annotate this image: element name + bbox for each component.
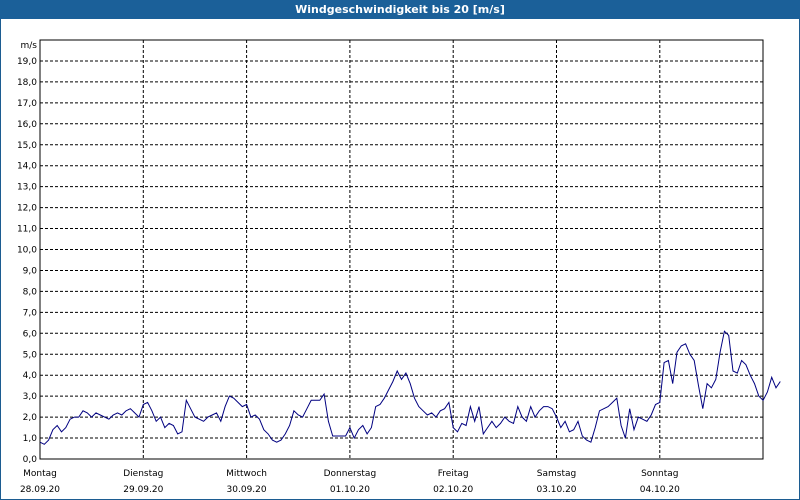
y-tick-label: 12,0 <box>17 204 37 214</box>
y-tick-label: 17,0 <box>17 99 37 109</box>
y-tick-label: 3,0 <box>23 392 38 402</box>
y-tick-labels: 0,0 1,0 2,0 3,0 4,0 5,0 6,0 7,0 8,0 9,0 10,0 11,0 12… <box>17 57 37 465</box>
x-tick-day-label: Samstag <box>537 469 576 479</box>
y-tick-label: 10,0 <box>17 246 37 256</box>
x-tick-labels: Montag 28.09.20 Dienstag 29.09.20 Mittwoch 30… <box>20 469 680 495</box>
x-tick-day-label: Dienstag <box>123 469 163 479</box>
x-tick-date-label: 29.09.20 <box>123 485 163 495</box>
x-tick-day-label: Mittwoch <box>226 469 267 479</box>
y-tick-label: 6,0 <box>23 329 38 339</box>
y-tick-label: 13,0 <box>17 183 37 193</box>
y-tick-label: 15,0 <box>17 141 37 151</box>
x-tick-date-label: 03.10.20 <box>536 485 576 495</box>
x-tick-day-label: Donnerstag <box>324 469 377 479</box>
x-tick-date-label: 01.10.20 <box>330 485 370 495</box>
y-tick-label: 11,0 <box>17 225 37 235</box>
x-tick-day-label: Sonntag <box>641 469 678 479</box>
y-tick-label: 1,0 <box>23 434 38 444</box>
series-line-wind-speed <box>39 330 781 445</box>
y-tick-label: 7,0 <box>23 308 38 318</box>
wind-speed-chart: m/s 0,0 1,0 2,0 3,0 4,0 5,0 6,0 7,0 8,0 9,0 10,0 11… <box>17 39 781 495</box>
x-tick-date-label: 30.09.20 <box>227 485 267 495</box>
y-tick-label: 5,0 <box>23 350 38 360</box>
y-tick-label: 16,0 <box>17 120 37 130</box>
y-tick-label: 0,0 <box>23 455 38 465</box>
chart-grid <box>40 40 763 459</box>
y-tick-label: 14,0 <box>17 162 37 172</box>
y-tick-label: 4,0 <box>23 371 38 381</box>
x-tick-day-label: Montag <box>23 469 57 479</box>
y-tick-label: 8,0 <box>23 287 38 297</box>
y-tick-label: 18,0 <box>17 78 37 88</box>
y-axis-label: m/s <box>21 41 38 51</box>
y-tick-label: 2,0 <box>23 413 38 423</box>
y-tick-label: 9,0 <box>23 266 38 276</box>
x-tick-day-label: Freitag <box>438 469 469 479</box>
y-tick-label: 19,0 <box>17 57 37 67</box>
x-tick-date-label: 02.10.20 <box>433 485 473 495</box>
x-tick-date-label: 28.09.20 <box>20 485 60 495</box>
x-tick-date-label: 04.10.20 <box>640 485 680 495</box>
